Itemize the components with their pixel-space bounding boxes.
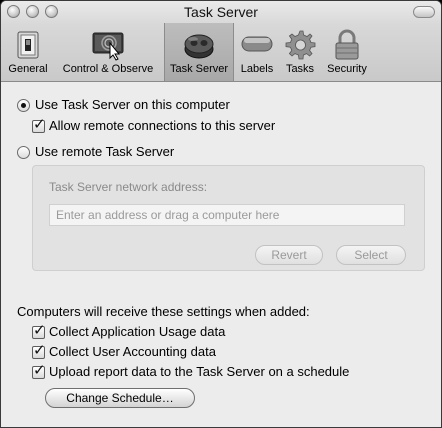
select-button[interactable]: Select [336,245,406,265]
use-local-server-radio[interactable] [17,99,30,112]
address-field[interactable]: Enter an address or drag a computer here [49,204,405,226]
address-label: Task Server network address: [49,180,208,194]
preferences-window: Task Server General Control & Observe Ta… [0,0,442,428]
tab-task-server-label: Task Server [169,63,229,75]
tab-general-label: General [8,63,48,75]
checkmark-icon: ✓ [33,116,46,133]
tab-general[interactable]: General [5,23,51,81]
use-local-server-label[interactable]: Use Task Server on this computer [35,97,230,112]
title-bar: Task Server [1,1,441,23]
checkmark-icon: ✓ [33,362,46,379]
screen-cursor-icon [92,32,124,61]
label-icon [241,36,273,52]
task-server-pane: Use Task Server on this computer ✓ Allow… [1,82,441,427]
toolbar: General Control & Observe Task Server La… [1,23,441,81]
tab-tasks-label: Tasks [285,63,315,75]
tab-control-observe-label: Control & Observe [62,63,154,75]
allow-remote-label[interactable]: Allow remote connections to this server [49,118,275,133]
window-chrome: Task Server General Control & Observe Ta… [1,1,441,82]
tab-security-label: Security [327,63,367,75]
use-remote-server-radio[interactable] [17,146,30,159]
tab-labels[interactable]: Labels [236,23,278,81]
server-icon [184,34,214,59]
upload-report-checkbox[interactable]: ✓ [32,362,46,379]
tab-tasks[interactable]: Tasks [280,23,320,81]
switch-icon [17,31,39,59]
toolbar-toggle-button[interactable] [413,6,435,18]
allow-remote-checkbox[interactable]: ✓ [32,116,46,133]
remote-server-group: Task Server network address: Enter an ad… [32,165,425,271]
revert-button[interactable]: Revert [255,245,323,265]
tab-control-observe[interactable]: Control & Observe [56,23,160,81]
collect-user-accounting-checkbox[interactable]: ✓ [32,342,46,359]
collect-app-usage-checkbox[interactable]: ✓ [32,322,46,339]
gear-icon [285,30,316,60]
change-schedule-button[interactable]: Change Schedule… [45,388,195,408]
window-title: Task Server [184,4,258,20]
computers-heading: Computers will receive these settings wh… [17,304,310,319]
tab-task-server[interactable]: Task Server [164,23,234,81]
use-remote-server-label[interactable]: Use remote Task Server [35,144,174,159]
tab-labels-label: Labels [240,63,274,75]
lock-icon [335,29,359,60]
checkmark-icon: ✓ [33,342,46,359]
checkmark-icon: ✓ [33,322,46,339]
upload-report-label[interactable]: Upload report data to the Task Server on… [49,364,349,379]
tab-security[interactable]: Security [322,23,372,81]
collect-user-accounting-label[interactable]: Collect User Accounting data [49,344,216,359]
collect-app-usage-label[interactable]: Collect Application Usage data [49,324,225,339]
